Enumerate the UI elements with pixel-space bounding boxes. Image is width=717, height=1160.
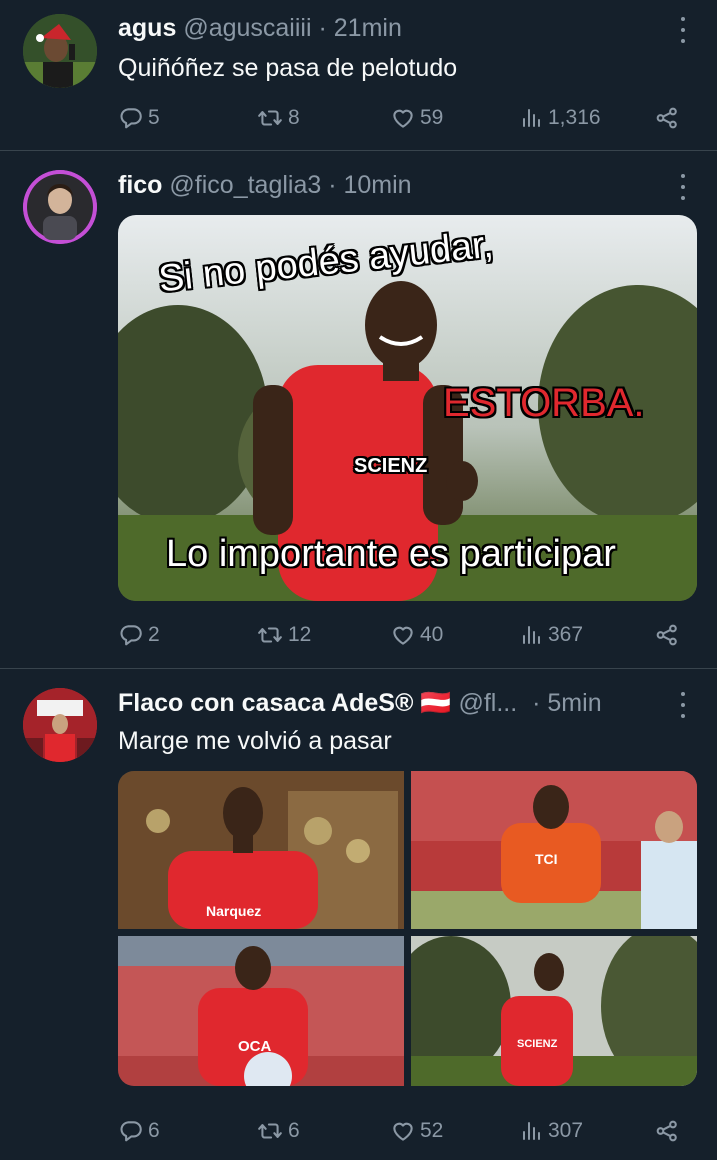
photo-4-image: [411, 936, 697, 1086]
photo-3-image: [118, 936, 404, 1086]
like-count: 59: [420, 106, 444, 129]
reply-button[interactable]: 5: [118, 103, 160, 133]
timestamp[interactable]: 10min: [344, 171, 412, 199]
meme-image[interactable]: SCIENZ Si no podés ayudar, ESTORBA. Lo i…: [118, 215, 697, 601]
meme-middle-caption: ESTORBA.: [443, 381, 645, 425]
like-count: 40: [420, 623, 444, 646]
more-icon[interactable]: [679, 17, 687, 43]
photo-2[interactable]: TCI: [411, 771, 697, 929]
more-icon[interactable]: [679, 174, 687, 200]
like-button[interactable]: 59: [390, 103, 443, 133]
retweet-button[interactable]: 8: [256, 103, 300, 133]
photo-2-jersey-text: TCI: [535, 851, 558, 867]
views-button[interactable]: 1,316: [520, 103, 601, 133]
photo-4-jersey-text: SCIENZ: [517, 1038, 558, 1050]
photo-1[interactable]: Narquez: [118, 771, 404, 929]
separator: ·: [328, 171, 337, 199]
display-name[interactable]: fico: [118, 171, 162, 199]
display-name[interactable]: Flaco con casaca AdeS®: [118, 689, 413, 717]
timestamp[interactable]: 5min: [547, 689, 601, 717]
user-handle[interactable]: @aguscaiiii: [183, 14, 311, 42]
meme-bottom-caption: Lo importante es participar: [166, 533, 616, 575]
user-handle[interactable]: @fl...: [458, 689, 517, 717]
retweet-icon: [256, 105, 284, 131]
retweet-icon: [256, 622, 284, 648]
flag-emoji: 🇦🇹: [420, 689, 452, 717]
like-icon: [390, 105, 416, 131]
share-button[interactable]: [654, 620, 684, 650]
reply-button[interactable]: 2: [118, 620, 160, 650]
tweet-flaco[interactable]: Flaco con casaca AdeS® 🇦🇹 @fl... · 5min …: [0, 669, 717, 1160]
views-icon: [520, 105, 544, 131]
like-icon: [390, 1118, 416, 1144]
reply-icon: [118, 105, 144, 131]
photo-2-image: [411, 771, 697, 929]
share-icon: [654, 1118, 680, 1144]
avatar[interactable]: [23, 14, 97, 88]
like-icon: [390, 622, 416, 648]
views-icon: [520, 1118, 544, 1144]
retweet-button[interactable]: 12: [256, 620, 311, 650]
reply-button[interactable]: 6: [118, 1116, 160, 1146]
avatar[interactable]: [23, 688, 97, 762]
share-icon: [654, 105, 680, 131]
avatar[interactable]: [23, 170, 97, 244]
retweet-count: 12: [288, 623, 312, 646]
retweet-button[interactable]: 6: [256, 1116, 300, 1146]
views-count: 1,316: [548, 106, 601, 129]
tweet-agus[interactable]: agus @aguscaiiii · 21min Quiñóñez se pas…: [0, 0, 717, 150]
views-icon: [520, 622, 544, 648]
avatar-image: [23, 688, 97, 762]
like-button[interactable]: 40: [390, 620, 443, 650]
reply-icon: [118, 622, 144, 648]
share-button[interactable]: [654, 1116, 684, 1146]
reply-count: 5: [148, 106, 160, 129]
photo-3[interactable]: OCA: [118, 936, 404, 1086]
views-count: 307: [548, 1119, 584, 1142]
retweet-count: 8: [288, 106, 300, 129]
retweet-count: 6: [288, 1119, 300, 1142]
tweet-text: Quiñóñez se pasa de pelotudo: [118, 54, 458, 82]
like-button[interactable]: 52: [390, 1116, 443, 1146]
photo-3-jersey-text: OCA: [238, 1038, 272, 1055]
separator: ·: [318, 14, 327, 42]
separator: ·: [532, 689, 541, 717]
user-handle[interactable]: @fico_taglia3: [169, 171, 321, 199]
timestamp[interactable]: 21min: [334, 14, 402, 42]
views-button[interactable]: 367: [520, 620, 583, 650]
share-icon: [654, 622, 680, 648]
avatar-image: [23, 14, 97, 88]
photo-1-jersey-text: Narquez: [206, 903, 262, 919]
tweet-fico[interactable]: fico @fico_taglia3 · 10min SCIENZ Si no …: [0, 151, 717, 668]
views-button[interactable]: 307: [520, 1116, 583, 1146]
display-name[interactable]: agus: [118, 14, 176, 42]
meme-jersey-text: SCIENZ: [354, 455, 428, 477]
reply-count: 2: [148, 623, 160, 646]
share-button[interactable]: [654, 103, 684, 133]
reply-count: 6: [148, 1119, 160, 1142]
more-icon[interactable]: [679, 692, 687, 718]
avatar-image: [23, 170, 97, 244]
reply-icon: [118, 1118, 144, 1144]
retweet-icon: [256, 1118, 284, 1144]
views-count: 367: [548, 623, 584, 646]
tweet-text: Marge me volvió a pasar: [118, 727, 392, 755]
photo-4[interactable]: SCIENZ: [411, 936, 697, 1086]
like-count: 52: [420, 1119, 444, 1142]
